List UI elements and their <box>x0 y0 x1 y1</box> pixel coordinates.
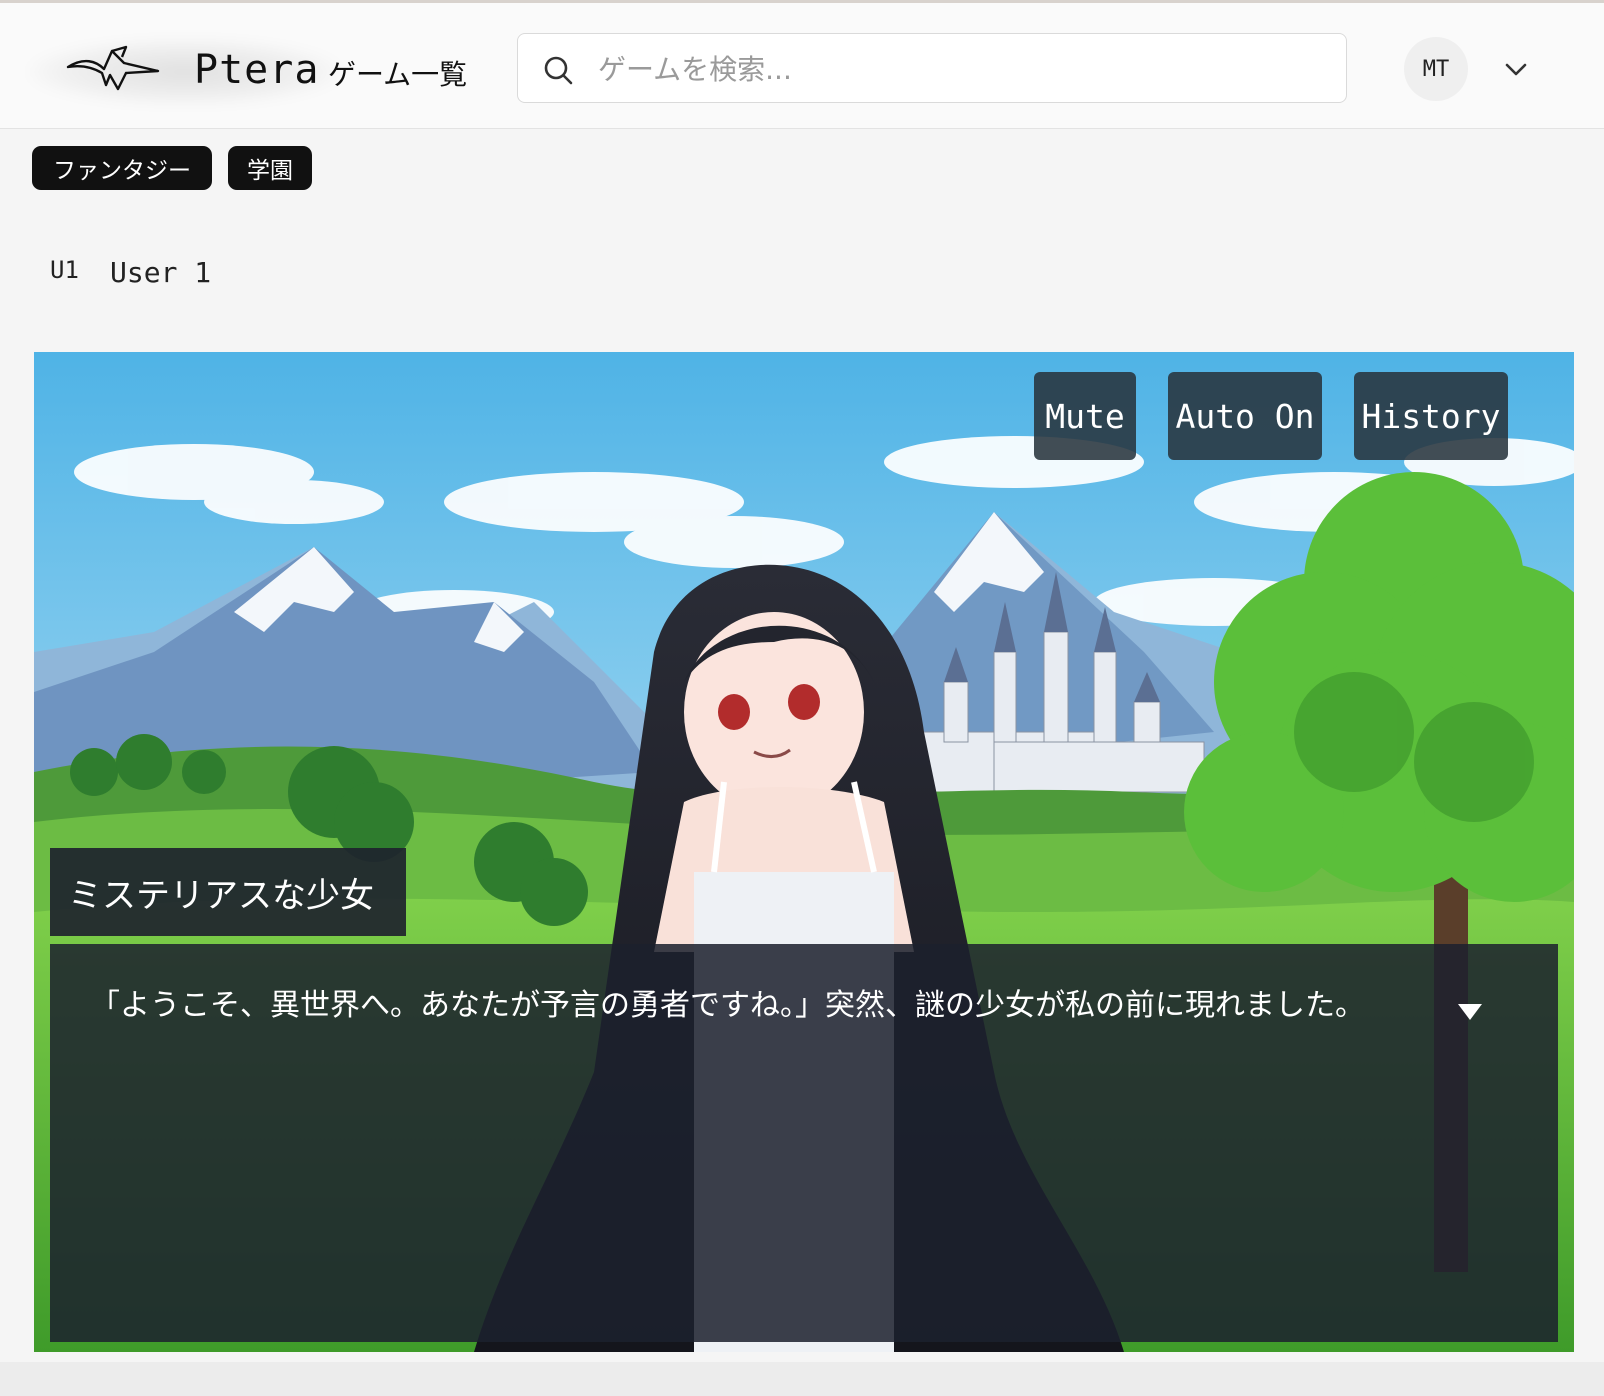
nav-game-list-link[interactable]: ゲーム一覧 <box>328 53 467 93</box>
speaker-name-box: ミステリアスな少女 <box>50 848 406 936</box>
page-bottom-area <box>0 1362 1604 1396</box>
tag-fantasy[interactable]: ファンタジー <box>32 146 212 190</box>
game-stage[interactable]: Mute Auto On History ミステリアスな少女 「ようこそ、異世界… <box>34 352 1574 1352</box>
dialog-text: 「ようこそ、異世界へ。あなたが予言の勇者ですね。」突然、謎の少女が私の前に現れま… <box>90 988 1365 1023</box>
auto-toggle-button[interactable]: Auto On <box>1168 372 1322 460</box>
author-avatar[interactable]: U1 <box>50 256 79 284</box>
speaker-name: ミステリアスな少女 <box>68 875 374 916</box>
history-button[interactable]: History <box>1354 372 1508 460</box>
dialog-box[interactable]: 「ようこそ、異世界へ。あなたが予言の勇者ですね。」突然、謎の少女が私の前に現れま… <box>50 944 1558 1342</box>
user-avatar[interactable]: MT <box>1404 37 1468 101</box>
brand-name[interactable]: Ptera <box>194 47 319 93</box>
author-name[interactable]: User 1 <box>110 256 211 289</box>
search-box[interactable] <box>517 33 1347 103</box>
pteranodon-logo-icon[interactable] <box>66 43 166 93</box>
search-input[interactable] <box>596 44 1320 94</box>
site-header: Ptera ゲーム一覧 MT <box>0 3 1604 129</box>
chevron-down-icon[interactable] <box>1502 55 1530 83</box>
mute-button[interactable]: Mute <box>1034 372 1136 460</box>
tag-school[interactable]: 学園 <box>228 146 312 190</box>
triangle-down-icon[interactable] <box>1456 1002 1484 1022</box>
search-icon <box>544 56 573 85</box>
